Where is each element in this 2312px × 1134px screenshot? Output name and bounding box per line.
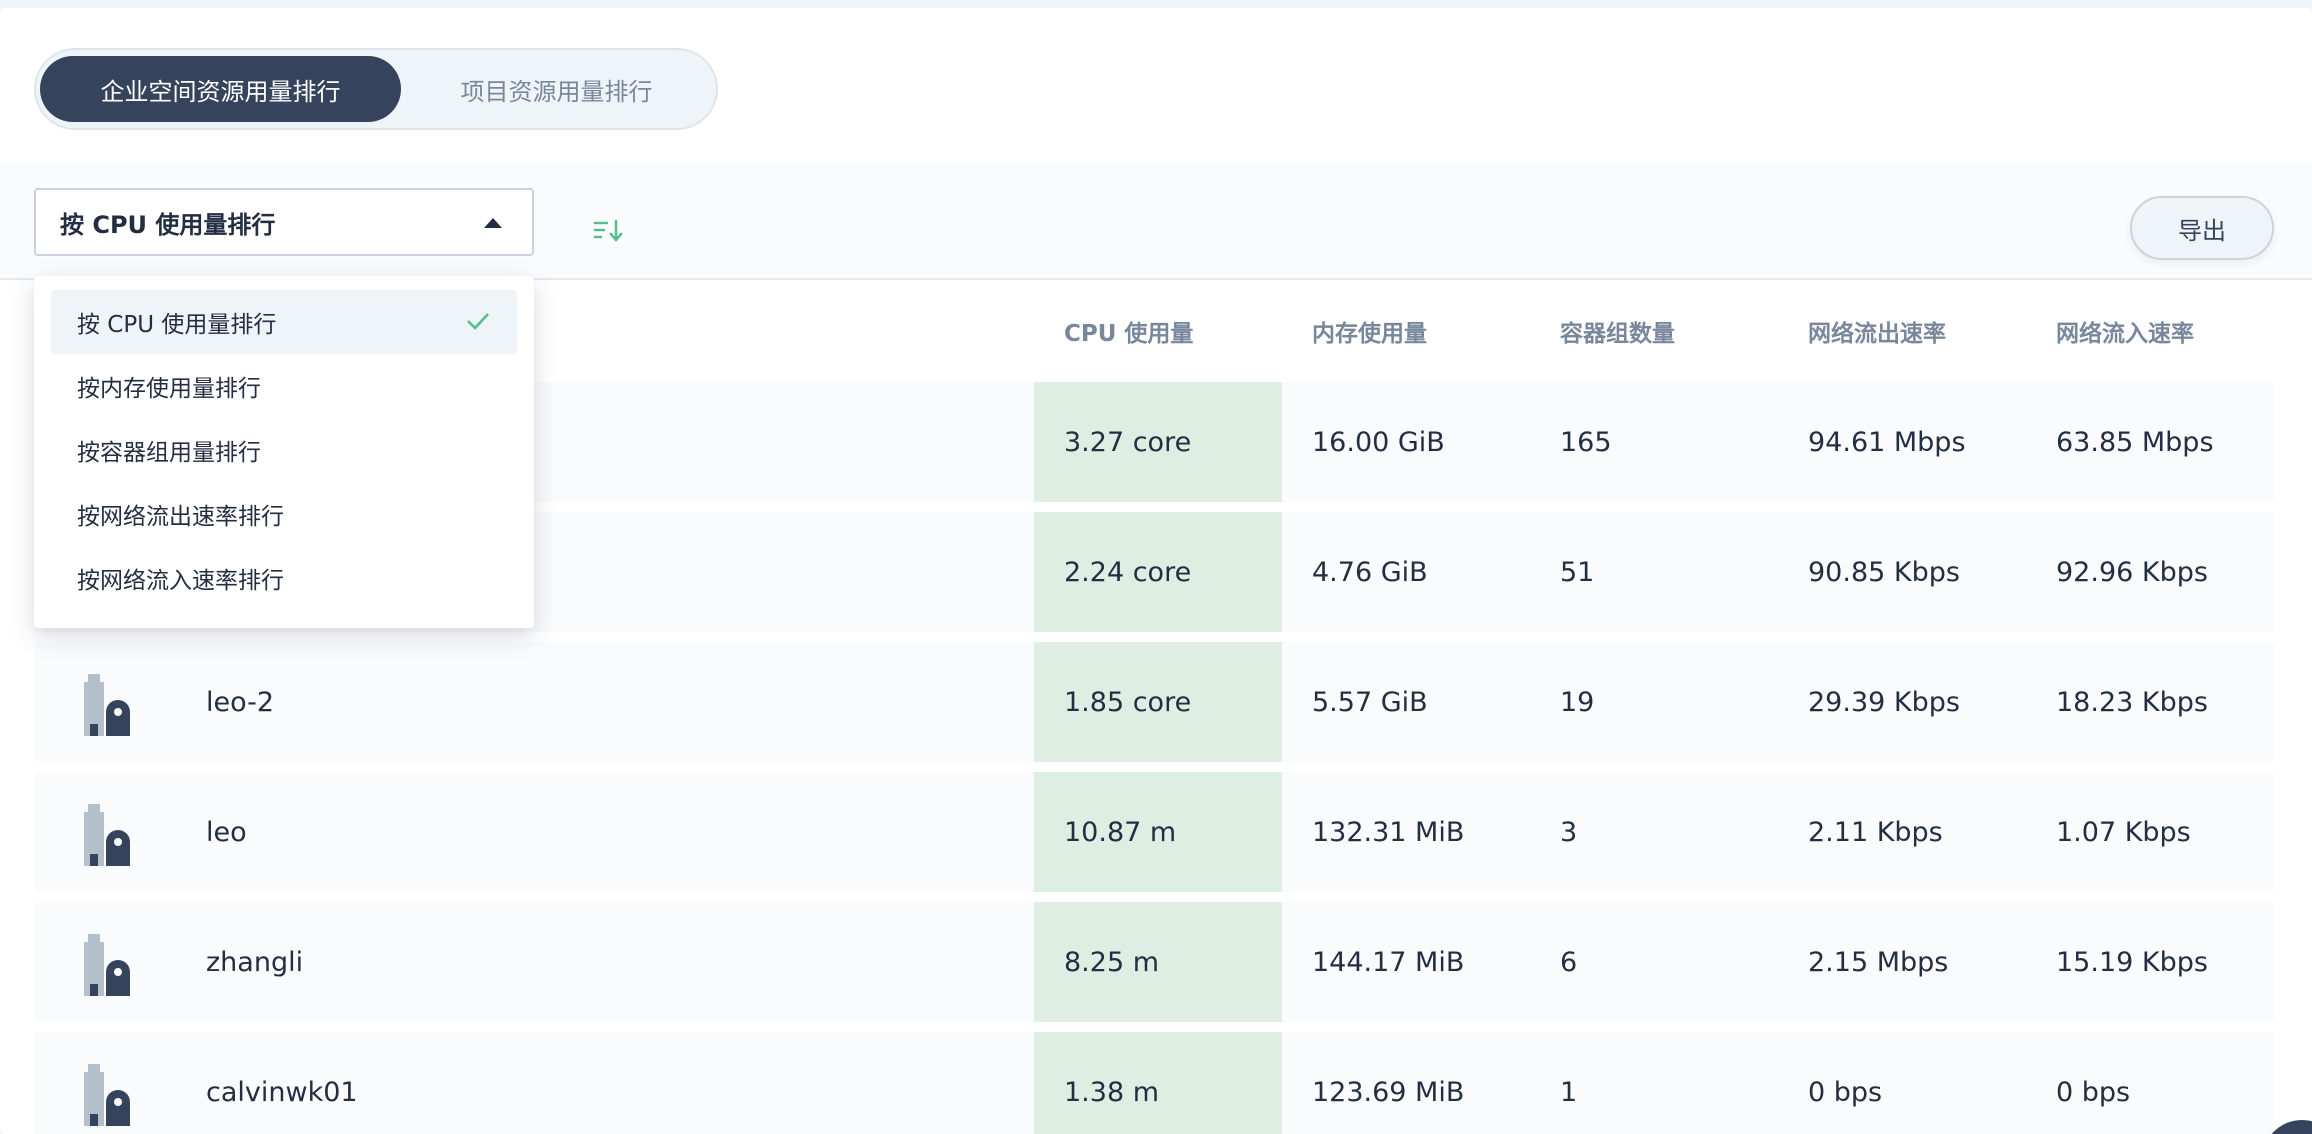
cpu-usage-cell: 3.27 core xyxy=(1034,382,1282,502)
sort-option-label: 按网络流出速率排行 xyxy=(77,504,284,530)
ranking-tabs: 企业空间资源用量排行 项目资源用量排行 xyxy=(34,48,718,130)
export-button[interactable]: 导出 xyxy=(2130,196,2274,260)
pods-cell: 1 xyxy=(1560,1076,1578,1108)
main-card: 企业空间资源用量排行 项目资源用量排行 按 CPU 使用量排行 导出 CPU 使… xyxy=(0,8,2312,1134)
net-in-cell: 1.07 Kbps xyxy=(2056,816,2191,848)
sort-option-label: 按内存使用量排行 xyxy=(77,376,261,402)
net-out-cell: 0 bps xyxy=(1808,1076,1883,1108)
sort-descending-icon[interactable] xyxy=(592,217,624,243)
memory-cell: 144.17 MiB xyxy=(1312,946,1465,978)
net-in-cell: 92.96 Kbps xyxy=(2056,556,2208,588)
workspace-icon xyxy=(84,674,130,736)
pods-cell: 51 xyxy=(1560,556,1595,588)
table-row[interactable]: leo-2 1.85 core 5.57 GiB 19 29.39 Kbps 18.23 … xyxy=(34,642,2274,762)
net-in-cell: 63.85 Mbps xyxy=(2056,426,2214,458)
pods-cell: 165 xyxy=(1560,426,1612,458)
table-row[interactable]: zhangli 8.25 m 144.17 MiB 6 2.15 Mbps 15.19 K… xyxy=(34,902,2274,1022)
net-in-cell: 18.23 Kbps xyxy=(2056,686,2208,718)
header-pods[interactable]: 容器组数量 xyxy=(1560,314,1675,348)
table-row[interactable]: calvinwk01 1.38 m 123.69 MiB 1 0 bps 0 bps xyxy=(34,1032,2274,1134)
memory-cell: 123.69 MiB xyxy=(1312,1076,1465,1108)
workspace-icon xyxy=(84,804,130,866)
pods-cell: 6 xyxy=(1560,946,1578,978)
sort-option-net-in[interactable]: 按网络流入速率排行 xyxy=(51,546,517,610)
tab-workspace-ranking[interactable]: 企业空间资源用量排行 xyxy=(40,56,401,122)
net-out-cell: 2.11 Kbps xyxy=(1808,816,1943,848)
net-out-cell: 94.61 Mbps xyxy=(1808,426,1966,458)
sort-option-label: 按网络流入速率排行 xyxy=(77,568,284,594)
workspace-icon xyxy=(84,1064,130,1126)
sort-option-pods[interactable]: 按容器组用量排行 xyxy=(51,418,517,482)
header-cpu[interactable]: CPU 使用量 xyxy=(1064,314,1193,348)
workspace-name[interactable]: zhangli xyxy=(206,902,303,1022)
net-out-cell: 90.85 Kbps xyxy=(1808,556,1960,588)
caret-up-icon xyxy=(484,218,502,228)
memory-cell: 5.57 GiB xyxy=(1312,686,1428,718)
sort-option-label: 按 CPU 使用量排行 xyxy=(77,312,277,338)
table-row[interactable]: leo 10.87 m 132.31 MiB 3 2.11 Kbps 1.07 Kbps xyxy=(34,772,2274,892)
check-icon xyxy=(467,313,489,330)
header-net-in[interactable]: 网络流入速率 xyxy=(2056,314,2194,348)
header-net-out[interactable]: 网络流出速率 xyxy=(1808,314,1946,348)
net-out-cell: 29.39 Kbps xyxy=(1808,686,1960,718)
workspace-name[interactable]: calvinwk01 xyxy=(206,1032,358,1134)
net-out-cell: 2.15 Mbps xyxy=(1808,946,1949,978)
sort-select[interactable]: 按 CPU 使用量排行 xyxy=(34,188,534,256)
sort-dropdown-menu: 按 CPU 使用量排行 按内存使用量排行 按容器组用量排行 按网络流出速率排行 … xyxy=(34,276,534,628)
toolbar: 按 CPU 使用量排行 导出 xyxy=(0,162,2312,280)
cpu-usage-cell: 1.38 m xyxy=(1034,1032,1282,1134)
sort-option-memory[interactable]: 按内存使用量排行 xyxy=(51,354,517,418)
cpu-usage-cell: 1.85 core xyxy=(1034,642,1282,762)
workspace-name[interactable]: leo xyxy=(206,772,247,892)
memory-cell: 16.00 GiB xyxy=(1312,426,1445,458)
net-in-cell: 15.19 Kbps xyxy=(2056,946,2208,978)
memory-cell: 132.31 MiB xyxy=(1312,816,1465,848)
tab-project-ranking[interactable]: 项目资源用量排行 xyxy=(401,56,712,122)
cpu-usage-cell: 10.87 m xyxy=(1034,772,1282,892)
workspace-icon xyxy=(84,934,130,996)
memory-cell: 4.76 GiB xyxy=(1312,556,1428,588)
pods-cell: 3 xyxy=(1560,816,1578,848)
workspace-name[interactable]: leo-2 xyxy=(206,642,274,762)
net-in-cell: 0 bps xyxy=(2056,1076,2131,1108)
sort-select-value: 按 CPU 使用量排行 xyxy=(60,210,276,239)
pods-cell: 19 xyxy=(1560,686,1595,718)
sort-option-net-out[interactable]: 按网络流出速率排行 xyxy=(51,482,517,546)
header-memory[interactable]: 内存使用量 xyxy=(1312,314,1427,348)
cpu-usage-cell: 8.25 m xyxy=(1034,902,1282,1022)
sort-option-cpu[interactable]: 按 CPU 使用量排行 xyxy=(51,290,517,354)
sort-option-label: 按容器组用量排行 xyxy=(77,440,261,466)
cpu-usage-cell: 2.24 core xyxy=(1034,512,1282,632)
